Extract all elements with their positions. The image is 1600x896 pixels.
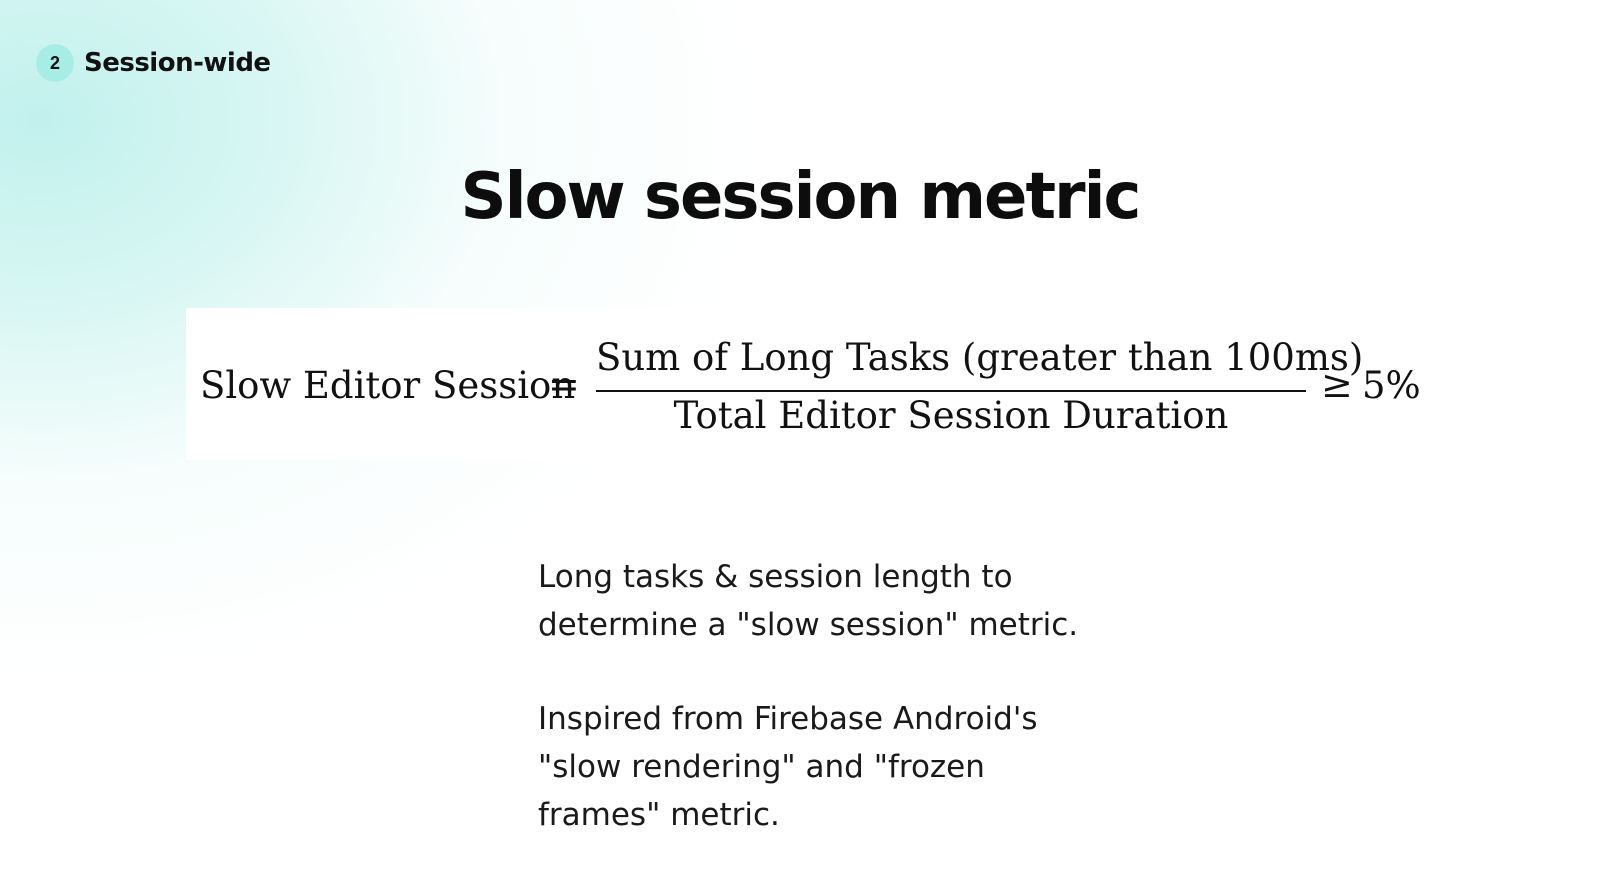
description-paragraph-1: Long tasks & session length to determine… — [538, 553, 1178, 649]
description-paragraph-2: Inspired from Firebase Android's "slow r… — [538, 695, 1178, 839]
slide-title: Slow session metric — [460, 160, 1142, 234]
section-number-badge: 2 — [36, 44, 74, 82]
formula: Slow Editor Session = Sum of Long Tasks … — [186, 308, 1456, 460]
formula-lhs: Slow Editor Session — [200, 364, 576, 407]
formula-comparator: ≥ — [1321, 362, 1353, 406]
section-label: Session-wide — [84, 48, 271, 78]
description-line: Long tasks & session length to — [538, 559, 1013, 595]
description-line: frames" metric. — [538, 797, 780, 833]
description-line: determine a "slow session" metric. — [538, 607, 1079, 643]
formula-denominator: Total Editor Session Duration — [673, 394, 1229, 437]
formula-equals-sign: = — [548, 362, 580, 406]
formula-threshold: 5% — [1362, 364, 1421, 407]
description-line: "slow rendering" and "frozen — [538, 749, 985, 785]
section-tag: 2 Session-wide — [36, 44, 271, 82]
description-line: Inspired from Firebase Android's — [538, 701, 1038, 737]
formula-panel: Slow Editor Session = Sum of Long Tasks … — [186, 308, 1456, 460]
fraction-bar — [596, 390, 1306, 392]
formula-numerator: Sum of Long Tasks (greater than 100ms) — [596, 336, 1364, 379]
